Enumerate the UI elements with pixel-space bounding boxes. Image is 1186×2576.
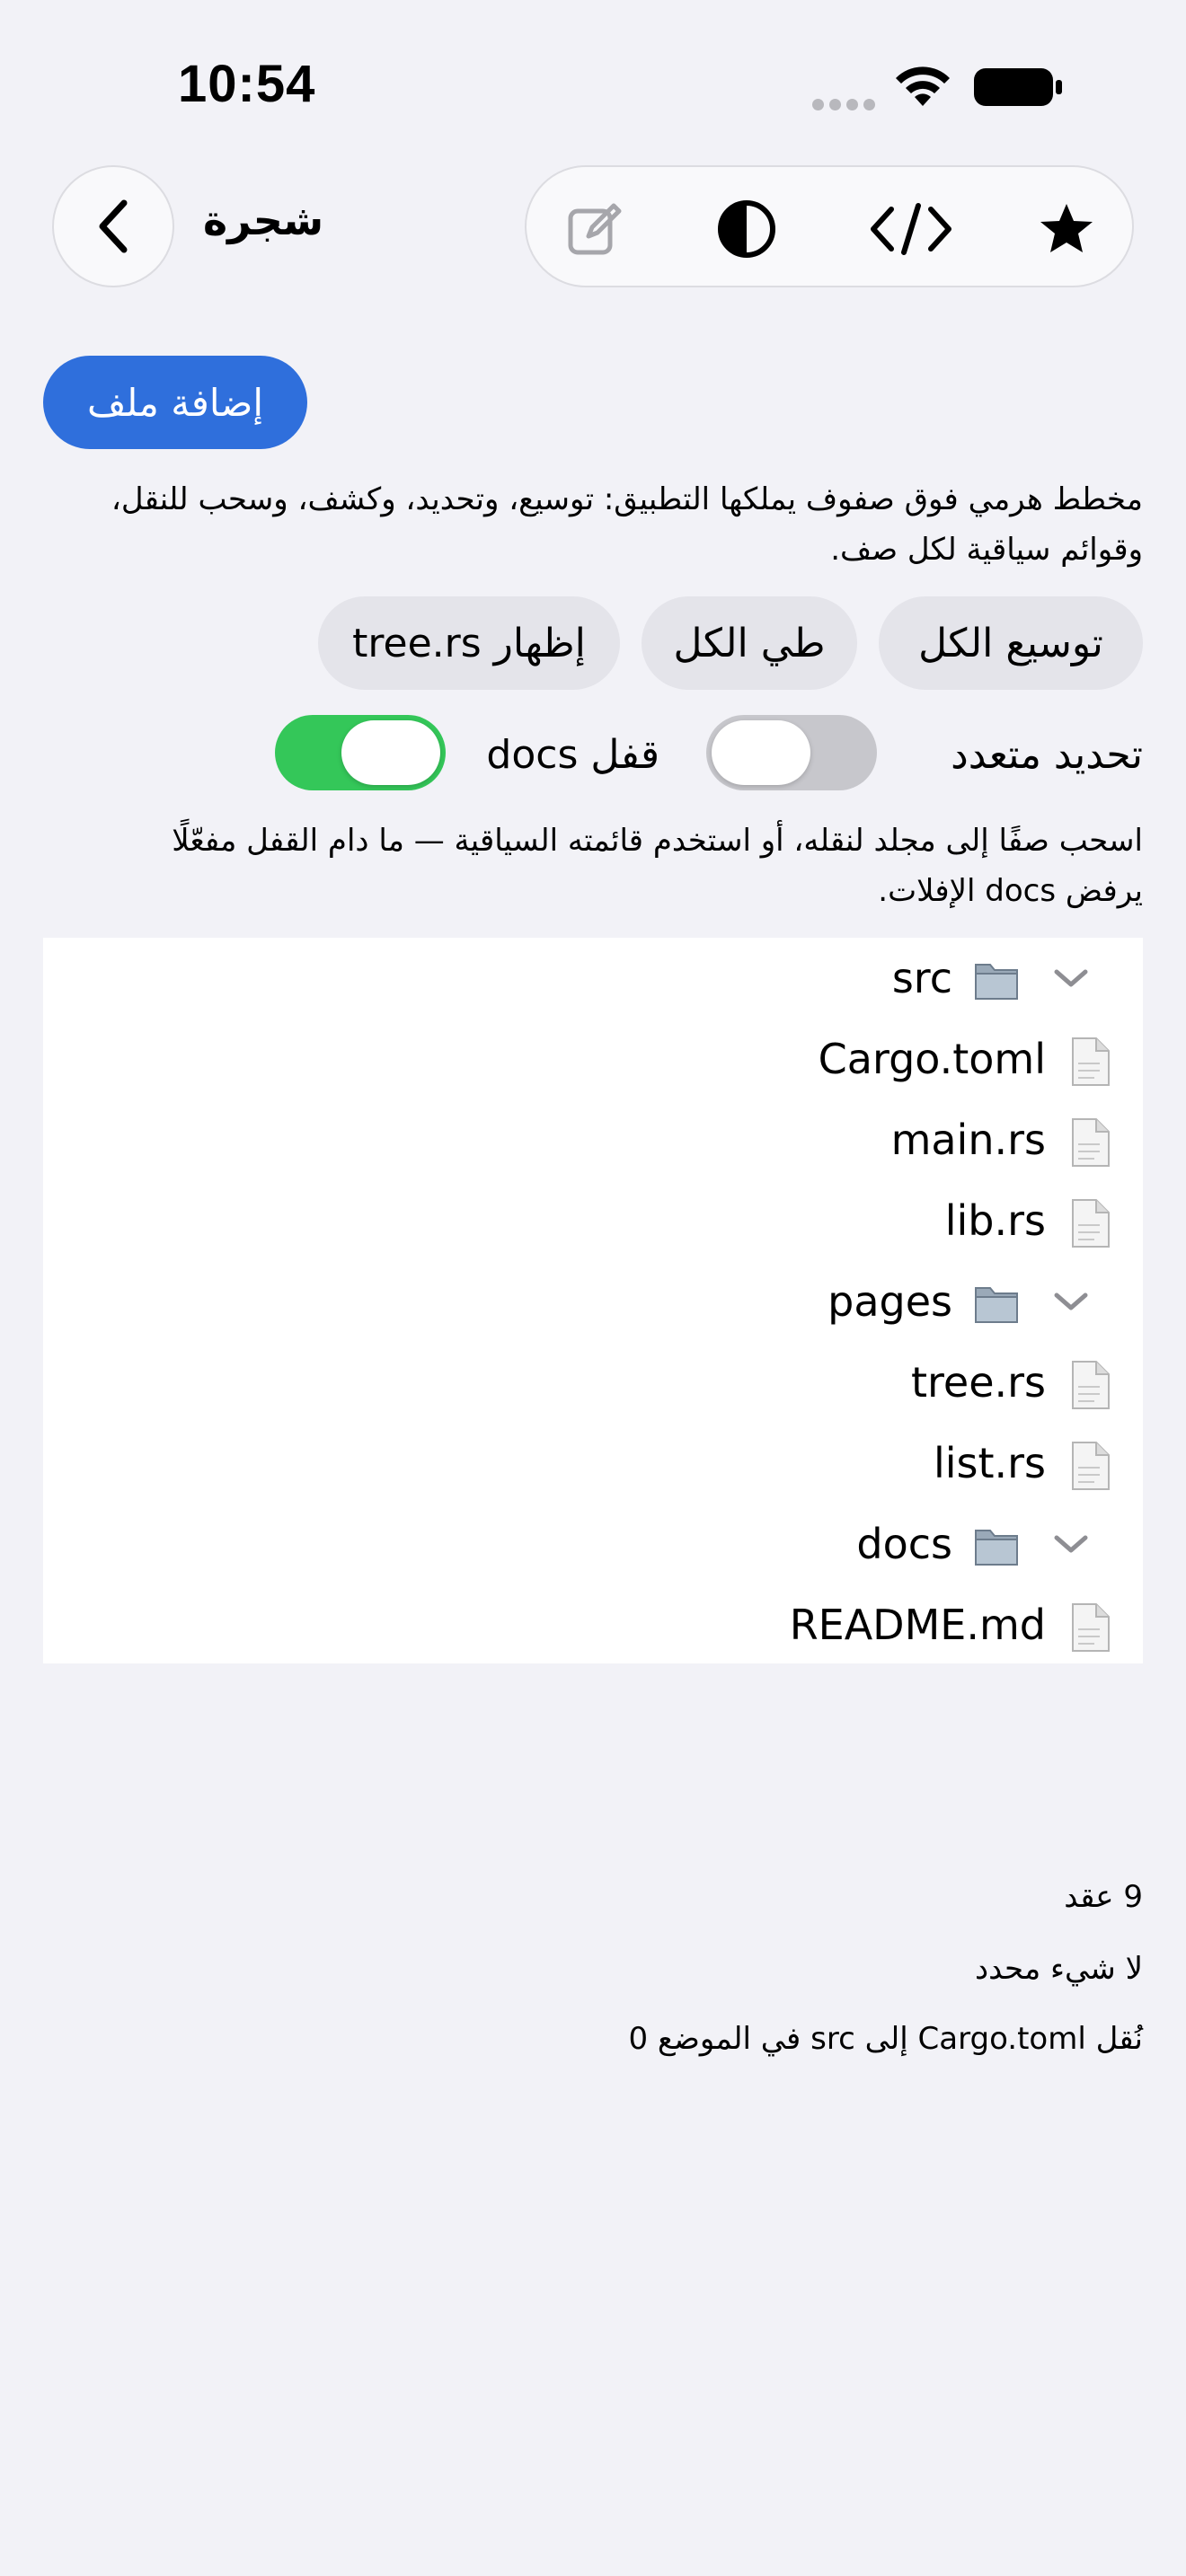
tree-row-label: pages (828, 1277, 952, 1326)
compose-icon (568, 203, 622, 255)
source-button[interactable] (866, 198, 956, 260)
tree-row-label: src (891, 954, 952, 1002)
chevron-down-icon[interactable] (1051, 965, 1091, 992)
edit-button[interactable] (562, 198, 625, 260)
tree-row-label: lib.rs (944, 1196, 1046, 1245)
file-icon (1072, 1037, 1110, 1086)
file-icon (1072, 1199, 1110, 1248)
description-text: مخطط هرمي فوق صفوف يملكها التطبيق: توسيع… (111, 481, 1143, 568)
folder-icon (975, 964, 1018, 1000)
tree-row-file[interactable]: lib.rs (43, 1180, 1143, 1261)
tree-row-file[interactable]: Cargo.toml (43, 1019, 1143, 1099)
multi-select-label: تحديد متعدد (951, 731, 1143, 778)
cellular-signal-icon (812, 99, 875, 110)
tree-row-label: tree.rs (910, 1358, 1046, 1407)
lock-docs-toggle[interactable] (275, 715, 446, 790)
back-button[interactable] (52, 165, 174, 287)
tree-row-file[interactable]: main.rs (43, 1099, 1143, 1180)
add-file-button[interactable]: إضافة ملف (43, 356, 307, 449)
tree-row-file[interactable]: list.rs (43, 1423, 1143, 1504)
tree-row-folder[interactable]: pages (43, 1261, 1143, 1342)
appearance-button[interactable] (715, 198, 778, 260)
tree-row-label: README.md (789, 1601, 1046, 1649)
toggle-knob (341, 720, 440, 785)
tree-row-label: main.rs (890, 1116, 1046, 1164)
lock-docs-label: قفل docs (486, 731, 659, 778)
node-count-text: 9 عقد (1064, 1879, 1143, 1915)
file-icon (1072, 1118, 1110, 1167)
toggle-knob (712, 720, 810, 785)
tree-row-file[interactable]: README.md (43, 1584, 1143, 1665)
tree-row-label: docs (856, 1520, 952, 1568)
chevron-left-icon (99, 199, 128, 253)
tree-row-folder[interactable]: src (43, 938, 1143, 1019)
file-tree: src Cargo.toml main.rs lib.rs pages tree… (43, 938, 1143, 1663)
wifi-icon (896, 66, 950, 106)
tree-row-label: list.rs (933, 1439, 1046, 1487)
collapse-all-button[interactable]: طي الكل (642, 596, 857, 690)
hint-text: اسحب صفًا إلى مجلد لنقله، أو استخدم قائم… (172, 823, 1143, 909)
toolbar (525, 165, 1134, 287)
contrast-icon (718, 200, 775, 258)
folder-icon (975, 1287, 1018, 1323)
file-icon (1072, 1361, 1110, 1409)
tree-row-label: Cargo.toml (818, 1035, 1046, 1083)
folder-icon (975, 1530, 1018, 1566)
reveal-button[interactable]: إظهار tree.rs (318, 596, 620, 690)
tree-row-folder[interactable]: docs (43, 1504, 1143, 1584)
tree-row-file[interactable]: tree.rs (43, 1342, 1143, 1423)
status-time: 10:54 (178, 55, 316, 113)
last-move-text: نُقل Cargo.toml إلى src في الموضع 0 (628, 2021, 1143, 2057)
favorite-button[interactable] (1035, 198, 1098, 260)
battery-icon (974, 68, 1062, 106)
file-icon (1072, 1442, 1110, 1490)
selection-status-text: لا شيء محدد (975, 1951, 1143, 1987)
code-icon (871, 203, 951, 255)
status-bar: 10:54 (0, 0, 1186, 171)
page-title: شجرة (203, 196, 324, 244)
expand-all-button[interactable]: توسيع الكل (879, 596, 1143, 690)
file-icon (1072, 1603, 1110, 1652)
star-icon (1040, 204, 1093, 252)
chevron-down-icon[interactable] (1051, 1288, 1091, 1315)
chevron-down-icon[interactable] (1051, 1531, 1091, 1557)
multi-select-toggle[interactable] (706, 715, 877, 790)
